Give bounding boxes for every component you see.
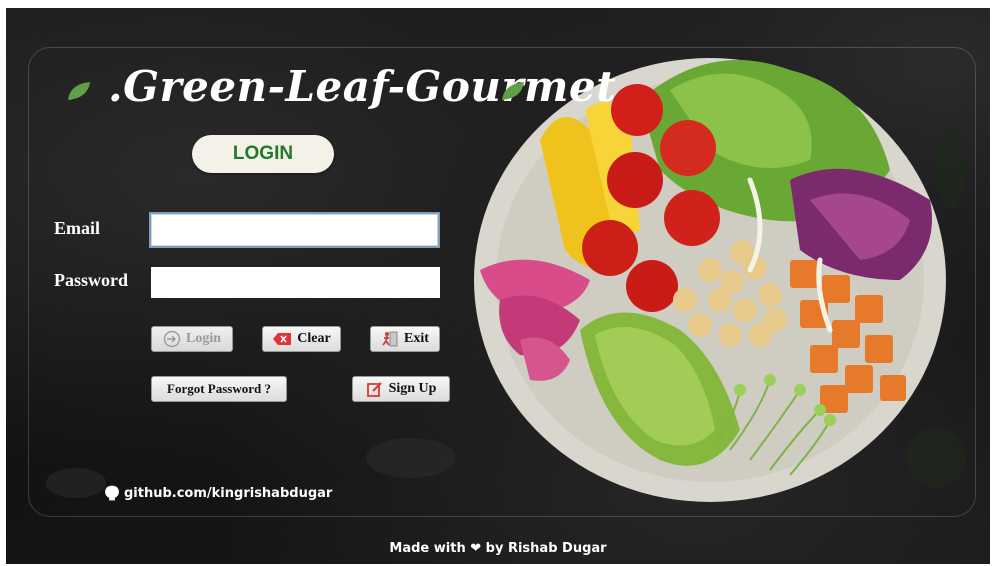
footer-credit: Made with ❤ by Rishab Dugar <box>389 541 607 556</box>
password-input[interactable] <box>151 267 440 298</box>
eraser-icon <box>273 333 292 345</box>
forgot-password-label: Forgot Password ? <box>167 381 271 396</box>
sign-up-button[interactable]: Sign Up <box>352 376 450 402</box>
email-label: Email <box>54 218 101 238</box>
forgot-password-button[interactable]: Forgot Password ? <box>151 376 287 402</box>
leaf-icon <box>502 82 524 100</box>
github-link-label: github.com/kingrishabdugar <box>124 485 333 501</box>
email-input[interactable] <box>149 212 440 248</box>
login-button[interactable]: Login <box>151 326 233 352</box>
sign-up-button-label: Sign Up <box>388 381 437 396</box>
login-button-label: Login <box>185 331 221 346</box>
clear-button-label: Clear <box>297 331 331 346</box>
github-link[interactable]: github.com/kingrishabdugar <box>104 485 332 501</box>
exit-door-icon <box>382 331 398 347</box>
login-header-badge: LOGIN <box>192 135 334 173</box>
github-icon <box>105 485 119 501</box>
edit-square-icon <box>366 382 382 397</box>
password-label: Password <box>54 270 129 290</box>
leaf-icon <box>68 82 90 100</box>
exit-button-label: Exit <box>404 331 429 346</box>
brand-title: .Green-Leaf-Gourmet <box>108 62 617 111</box>
login-arrow-icon <box>163 330 181 348</box>
clear-button[interactable]: Clear <box>262 326 341 352</box>
exit-button[interactable]: Exit <box>370 326 440 352</box>
